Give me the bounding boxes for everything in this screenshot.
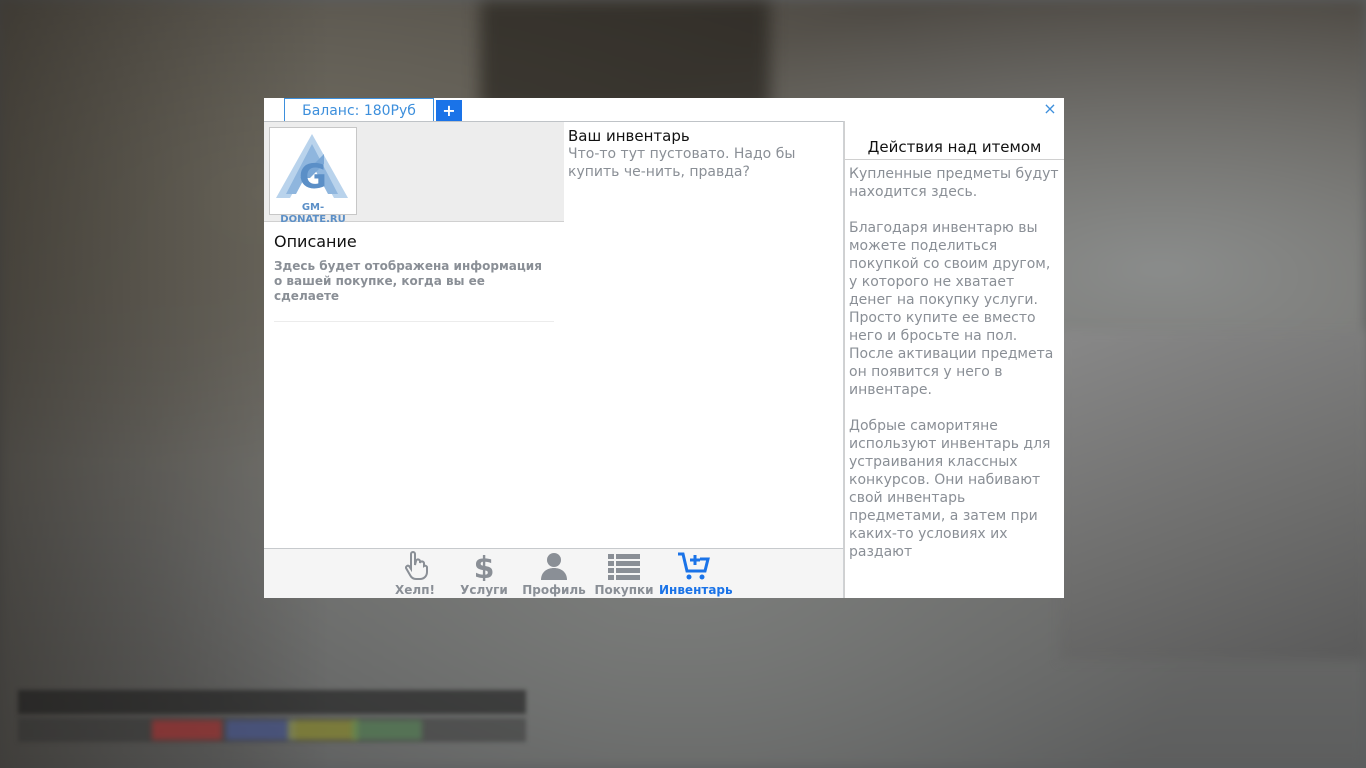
nav-item-services[interactable]: $ Услуги	[449, 551, 519, 597]
nav-label: Инвентарь	[659, 583, 733, 597]
main-content: G GM-DONATE.RU Описание Здесь будет отоб…	[264, 121, 844, 548]
dollar-icon: $	[474, 551, 495, 581]
actions-title: Действия над итемом	[845, 135, 1064, 160]
inventory-section: Ваш инвентарь Что-то тут пустовато. Надо…	[568, 127, 838, 181]
nav-item-help[interactable]: Хелп!	[380, 551, 450, 597]
actions-text: Купленные предметы будут находится здесь…	[849, 165, 1061, 579]
nav-item-inventory[interactable]: Инвентарь	[659, 551, 733, 597]
balance-tab[interactable]: Баланс: 180Руб	[284, 98, 434, 122]
nav-item-purchases[interactable]: Покупки	[589, 551, 659, 597]
actions-paragraph: Добрые саморитяне используют инвентарь д…	[849, 418, 1051, 560]
item-actions-panel: Действия над итемом Купленные предметы б…	[844, 121, 1064, 598]
actions-paragraph: Благодаря инвентарю вы можете поделиться…	[849, 220, 1054, 398]
description-text: Здесь будет отображена информация о ваше…	[274, 259, 542, 303]
svg-text:$: $	[474, 551, 495, 581]
close-button[interactable]: ×	[1042, 100, 1058, 118]
item-thumbnail[interactable]: G GM-DONATE.RU	[269, 127, 357, 225]
logo-text: GM-DONATE.RU	[280, 202, 346, 225]
tab-bar: Баланс: 180Руб +	[264, 98, 844, 122]
donate-window: Баланс: 180Руб + × G GM-DONATE.RU Описан…	[264, 98, 1064, 598]
nav-label: Хелп!	[395, 583, 435, 597]
cart-plus-icon	[678, 552, 710, 580]
description-title: Описание	[274, 232, 357, 251]
bottom-nav: Хелп! $ Услуги Профиль Покупки Инвентарь	[264, 548, 844, 598]
add-balance-button[interactable]: +	[436, 100, 462, 122]
description-section: Описание Здесь будет отображена информац…	[274, 232, 554, 304]
actions-paragraph: Купленные предметы будут находится здесь…	[849, 166, 1059, 200]
nav-label: Профиль	[522, 583, 586, 597]
nav-label: Услуги	[460, 583, 508, 597]
hand-pointer-icon	[405, 551, 428, 580]
inventory-title: Ваш инвентарь	[568, 127, 690, 145]
nav-item-profile[interactable]: Профиль	[519, 551, 589, 597]
inventory-empty-text: Что-то тут пустовато. Надо бы купить че-…	[568, 146, 796, 180]
nav-label: Покупки	[594, 583, 654, 597]
item-preview-area: G GM-DONATE.RU	[264, 122, 564, 225]
user-icon	[541, 553, 567, 580]
divider	[274, 321, 554, 322]
list-icon	[608, 554, 640, 580]
svg-text:G: G	[299, 157, 327, 197]
game-hud-bar	[18, 690, 526, 714]
